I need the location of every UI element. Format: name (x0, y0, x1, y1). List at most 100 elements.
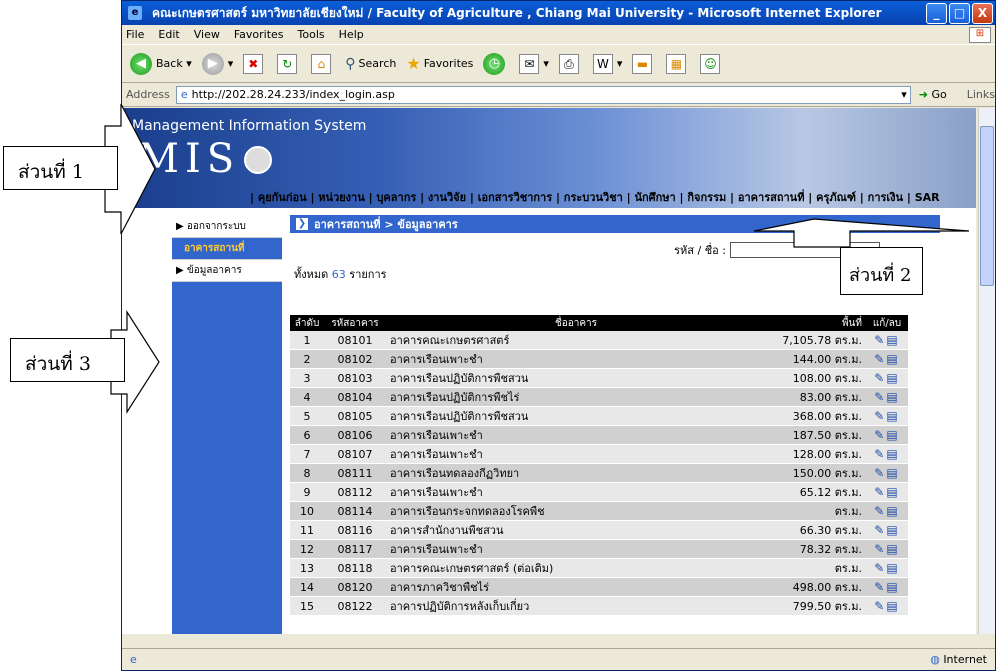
edit-icon[interactable]: ✎ (874, 466, 886, 480)
menu-file[interactable]: File (126, 28, 144, 41)
stop-button[interactable]: ✖ (243, 53, 267, 74)
delete-icon[interactable]: ▤ (886, 409, 899, 423)
cell-no: 2 (290, 349, 324, 369)
favorites-button[interactable]: ★ Favorites (406, 54, 473, 73)
menu-bar: File Edit View Favorites Tools Help ⊞ (122, 25, 995, 45)
sidebar-item-facilities[interactable]: อาคารสถานที่ (172, 238, 282, 260)
total-number[interactable]: 63 (332, 268, 346, 281)
home-button[interactable]: ⌂ (311, 53, 335, 74)
sidebar-item-logout[interactable]: ▶ ออกจากระบบ (172, 216, 282, 238)
vertical-scrollbar[interactable] (978, 108, 995, 634)
cell-no: 15 (290, 596, 324, 616)
stop-icon: ✖ (243, 53, 264, 74)
cell-name: อาคารสำนักงานพืชสวน (386, 520, 766, 540)
toolbar: ◀ Back ▾ ▶ ▾ ✖ ↻ ⌂ ⚲ Search ★ Favorites ◷… (122, 45, 995, 83)
delete-icon[interactable]: ▤ (886, 504, 899, 518)
cell-name: อาคารเรือนเพาะชำ (386, 425, 766, 445)
cell-name: อาคารเรือนกระจกทดลองโรคพืช (386, 501, 766, 521)
edit-icon[interactable]: ✎ (874, 523, 886, 537)
edit-icon[interactable]: ✎ (874, 485, 886, 499)
history-button[interactable]: ◷ (483, 52, 509, 75)
go-button[interactable]: ➜ Go (919, 88, 947, 101)
refresh-button[interactable]: ↻ (277, 53, 301, 74)
edit-button[interactable]: W ▾ (592, 53, 622, 74)
edit-icon[interactable]: ✎ (874, 542, 886, 556)
delete-icon[interactable]: ▤ (886, 561, 899, 575)
mail-button[interactable]: ✉ ▾ (519, 53, 549, 74)
cell-no: 6 (290, 425, 324, 445)
cell-name: อาคารเรือนทดลองกีฏวิทยา (386, 463, 766, 483)
edit-icon[interactable]: ✎ (874, 390, 886, 404)
back-button[interactable]: ◀ Back ▾ (130, 52, 192, 75)
forward-button[interactable]: ▶ ▾ (201, 52, 233, 75)
delete-icon[interactable]: ▤ (886, 466, 899, 480)
minimize-button[interactable]: _ (926, 2, 947, 24)
cell-area: 498.00 ตร.ม. (766, 577, 866, 597)
messenger-icon: ☺ (700, 53, 721, 74)
edit-icon[interactable]: ✎ (874, 504, 886, 518)
mis-banner: Management Information System MIS | คุยก… (122, 108, 976, 208)
menu-tools[interactable]: Tools (298, 28, 325, 41)
print-icon: ⎙ (558, 53, 579, 74)
top-navigation[interactable]: | คุยกันก่อน | หน่วยงาน | บุคลากร | งานว… (250, 188, 940, 206)
scrollbar-thumb[interactable] (980, 126, 994, 286)
table-row: 12 08117 อาคารเรือนเพาะชำ 78.32 ตร.ม. ✎▤ (290, 539, 908, 559)
favorites-label: Favorites (423, 57, 474, 70)
edit-icon[interactable]: ✎ (874, 333, 886, 347)
callout-part1: ส่วนที่ 1 (3, 146, 118, 190)
cell-no: 9 (290, 482, 324, 502)
cell-name: อาคารปฏิบัติการหลังเก็บเกี่ยว (386, 596, 766, 616)
delete-icon[interactable]: ▤ (886, 333, 899, 347)
forward-arrow-icon: ▶ (201, 52, 224, 75)
edit-icon[interactable]: ✎ (874, 447, 886, 461)
menu-help[interactable]: Help (339, 28, 364, 41)
search-button[interactable]: ⚲ Search (345, 56, 396, 72)
edit-icon[interactable]: ✎ (874, 561, 886, 575)
delete-icon[interactable]: ▤ (886, 352, 899, 366)
cell-name: อาคารเรือนเพาะชำ (386, 349, 766, 369)
delete-icon[interactable]: ▤ (886, 542, 899, 556)
menu-edit[interactable]: Edit (158, 28, 179, 41)
cell-code: 08112 (324, 482, 386, 502)
cell-actions: ✎▤ (866, 368, 908, 388)
messenger-button[interactable]: ☺ (700, 53, 724, 74)
edit-icon[interactable]: ✎ (874, 599, 886, 613)
address-dropdown-icon[interactable]: ▾ (901, 88, 907, 101)
table-row: 10 08114 อาคารเรือนกระจกทดลองโรคพืช ตร.ม. ✎▤ (290, 501, 908, 521)
folder-button[interactable]: ▬ (632, 53, 656, 74)
cell-no: 7 (290, 444, 324, 464)
close-button[interactable]: X (972, 2, 993, 24)
edit-icon[interactable]: ✎ (874, 371, 886, 385)
delete-icon[interactable]: ▤ (886, 599, 899, 613)
delete-icon[interactable]: ▤ (886, 447, 899, 461)
folder-icon: ▬ (632, 53, 653, 74)
edit-icon[interactable]: ✎ (874, 352, 886, 366)
edit-icon[interactable]: ✎ (874, 580, 886, 594)
delete-icon[interactable]: ▤ (886, 523, 899, 537)
edit-icon[interactable]: ✎ (874, 428, 886, 442)
delete-icon[interactable]: ▤ (886, 390, 899, 404)
cell-no: 1 (290, 331, 324, 350)
research-button[interactable]: ▦ (666, 53, 690, 74)
address-input[interactable]: e http://202.28.24.233/index_login.asp ▾ (175, 85, 911, 104)
edit-icon[interactable]: ✎ (874, 409, 886, 423)
links-button[interactable]: Links (967, 88, 995, 101)
sidebar-item-buildings[interactable]: ▶ ข้อมูลอาคาร (172, 260, 282, 282)
research-icon: ▦ (666, 53, 687, 74)
banner-subtitle: Management Information System (132, 118, 367, 134)
col-header-actions: แก้/ลบ (866, 315, 908, 331)
cell-actions: ✎▤ (866, 406, 908, 426)
menu-favorites[interactable]: Favorites (234, 28, 284, 41)
table-row: 7 08107 อาคารเรือนเพาะชำ 128.00 ตร.ม. ✎▤ (290, 444, 908, 464)
delete-icon[interactable]: ▤ (886, 485, 899, 499)
cell-name: อาคารเรือนเพาะชำ (386, 444, 766, 464)
maximize-button[interactable]: □ (949, 2, 970, 24)
cell-actions: ✎▤ (866, 501, 908, 521)
cell-actions: ✎▤ (866, 520, 908, 540)
print-button[interactable]: ⎙ (558, 53, 583, 74)
delete-icon[interactable]: ▤ (886, 580, 899, 594)
delete-icon[interactable]: ▤ (886, 428, 899, 442)
delete-icon[interactable]: ▤ (886, 371, 899, 385)
table-row: 1 08101 อาคารคณะเกษตรศาสตร์ 7,105.78 ตร.ม. ✎… (290, 331, 908, 350)
menu-view[interactable]: View (194, 28, 220, 41)
